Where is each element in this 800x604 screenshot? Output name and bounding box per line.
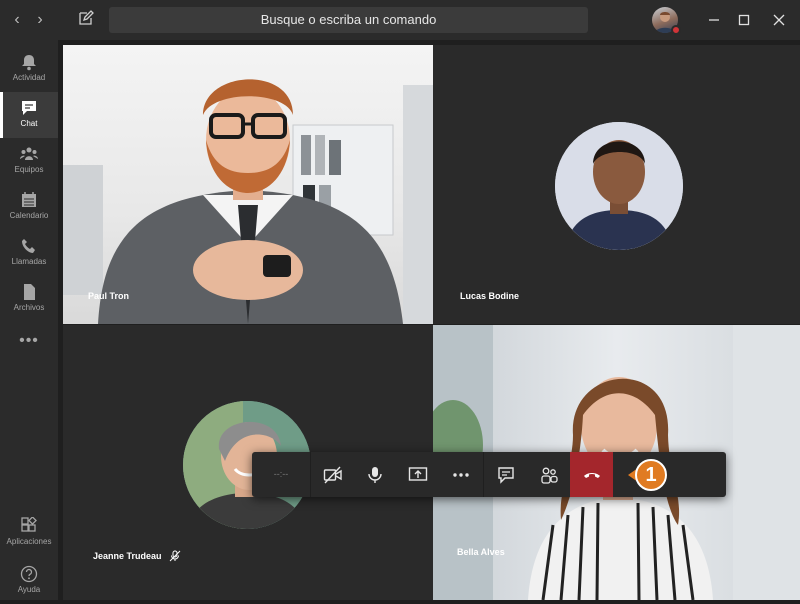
- chat-bubble-icon: [498, 467, 514, 484]
- rail-item-ayuda[interactable]: Ayuda: [0, 558, 58, 604]
- rail-item-label: Equipos: [14, 165, 44, 174]
- teams-icon: [20, 147, 38, 160]
- chat-icon: [22, 101, 36, 115]
- hang-up-phone-icon: [584, 473, 600, 478]
- minimize-icon[interactable]: [704, 10, 724, 30]
- rail-item-label: Aplicaciones: [6, 537, 52, 546]
- participant-tile[interactable]: Lucas Bodine: [433, 45, 800, 324]
- participants-icon: [541, 467, 558, 484]
- file-icon: [24, 284, 35, 300]
- camera-toggle-button[interactable]: [311, 452, 354, 497]
- avatar-portrait-icon: [555, 122, 683, 250]
- rail-item-archivos[interactable]: Archivos: [0, 276, 58, 322]
- show-participants-button[interactable]: [527, 452, 570, 497]
- share-screen-button[interactable]: [396, 452, 439, 497]
- title-bar: ‹ › Busque o escriba un comando: [0, 0, 800, 40]
- more-apps-icon[interactable]: •••: [0, 332, 58, 350]
- participant-avatar: [555, 122, 683, 250]
- rail-item-actividad[interactable]: Actividad: [0, 46, 58, 92]
- call-timer: --:--: [273, 469, 289, 479]
- close-icon[interactable]: [769, 10, 789, 30]
- participant-name: Bella Alves: [457, 547, 505, 557]
- microphone-icon: [368, 467, 382, 483]
- hang-up-button[interactable]: [570, 452, 613, 497]
- callout-number: 1: [645, 464, 657, 486]
- back-arrow-icon[interactable]: ‹: [7, 10, 27, 30]
- participant-video-feed: [63, 79, 433, 324]
- calendar-icon: [22, 192, 36, 207]
- rail-item-label: Actividad: [12, 73, 46, 82]
- rail-item-aplicaciones[interactable]: Aplicaciones: [0, 510, 58, 556]
- rail-item-llamadas[interactable]: Llamadas: [0, 230, 58, 276]
- show-conversation-button[interactable]: [484, 452, 527, 497]
- app-rail: Actividad Chat Equipos Calendario Llamad…: [0, 40, 58, 600]
- participant-name: Lucas Bodine: [460, 291, 520, 301]
- rail-item-label: Calendario: [9, 211, 49, 220]
- rail-item-label: Chat: [20, 119, 38, 128]
- apps-icon: [21, 517, 37, 532]
- rail-item-label: Ayuda: [17, 585, 41, 594]
- bell-icon: [22, 55, 36, 71]
- share-screen-icon: [408, 467, 428, 481]
- busy-status-icon: [671, 25, 681, 35]
- rail-item-chat[interactable]: Chat: [0, 92, 58, 138]
- camera-off-icon: [323, 466, 342, 484]
- forward-arrow-icon[interactable]: ›: [30, 10, 50, 30]
- rail-item-label: Llamadas: [11, 257, 47, 266]
- more-actions-button[interactable]: [439, 452, 482, 497]
- command-search-input[interactable]: Busque o escriba un comando: [109, 7, 588, 33]
- mic-toggle-button[interactable]: [353, 452, 396, 497]
- more-dots-icon: [453, 473, 469, 477]
- call-stage: Paul Tron Lucas Bodine Jeanne Trudeau Be…: [58, 40, 800, 600]
- maximize-icon[interactable]: [734, 10, 754, 30]
- rail-item-label: Archivos: [13, 303, 45, 312]
- rail-item-calendario[interactable]: Calendario: [0, 184, 58, 230]
- rail-item-equipos[interactable]: Equipos: [0, 138, 58, 184]
- participant-name: Jeanne Trudeau: [93, 551, 162, 561]
- user-avatar[interactable]: [652, 7, 681, 35]
- participant-name: Paul Tron: [88, 291, 130, 301]
- muted-mic-icon: [169, 550, 181, 562]
- phone-icon: [22, 239, 35, 253]
- compose-icon[interactable]: [78, 10, 98, 30]
- help-icon: [20, 565, 38, 583]
- participant-video-tile[interactable]: Paul Tron: [63, 45, 433, 324]
